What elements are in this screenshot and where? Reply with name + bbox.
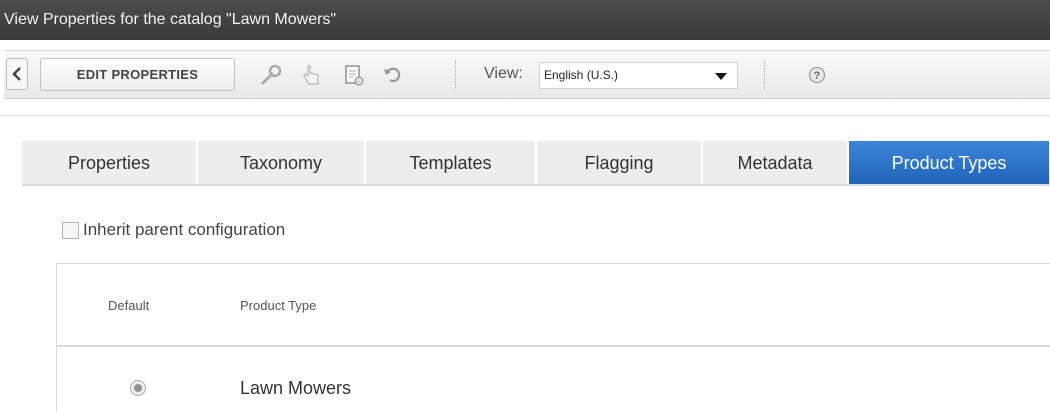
window-title: View Properties for the catalog "Lawn Mo…	[0, 0, 1050, 40]
inherit-checkbox[interactable]	[62, 221, 79, 239]
toolbar-separator	[455, 60, 456, 90]
hand-pointer-icon[interactable]	[298, 62, 324, 88]
product-types-table	[56, 263, 1050, 412]
tab-bar: Properties Taxonomy Templates Flagging M…	[22, 141, 1050, 185]
inherit-label: Inherit parent configuration	[83, 220, 286, 239]
back-button[interactable]	[6, 58, 28, 90]
inherit-option[interactable]: Inherit parent configuration	[62, 220, 285, 240]
wrench-icon[interactable]	[258, 62, 284, 88]
tab-underline	[22, 184, 1050, 186]
toolbar: EDIT PROPERTIES View: English (U.S.) ?	[0, 40, 1050, 116]
column-header-default: Default	[108, 298, 150, 313]
document-icon[interactable]	[341, 62, 367, 88]
tab-templates[interactable]: Templates	[366, 141, 536, 185]
chevron-left-icon	[12, 67, 21, 81]
language-select-value: English (U.S.)	[544, 68, 619, 82]
view-label: View:	[484, 65, 523, 82]
tab-metadata[interactable]: Metadata	[703, 141, 848, 185]
tab-taxonomy[interactable]: Taxonomy	[198, 141, 365, 185]
header-divider	[56, 345, 1050, 347]
dropdown-arrow-icon	[715, 73, 727, 80]
help-icon[interactable]: ?	[804, 62, 830, 88]
language-select[interactable]: English (U.S.)	[539, 62, 738, 89]
product-type-name: Lawn Mowers	[240, 378, 352, 398]
undo-icon[interactable]	[380, 62, 406, 88]
column-header-product-type: Product Type	[240, 298, 317, 313]
edit-properties-button[interactable]: EDIT PROPERTIES	[40, 58, 235, 91]
tab-properties[interactable]: Properties	[22, 141, 197, 185]
tab-flagging[interactable]: Flagging	[537, 141, 702, 185]
svg-text:?: ?	[814, 70, 821, 82]
toolbar-separator	[764, 60, 765, 90]
tab-product-types[interactable]: Product Types	[849, 141, 1050, 185]
default-radio[interactable]	[130, 380, 146, 396]
